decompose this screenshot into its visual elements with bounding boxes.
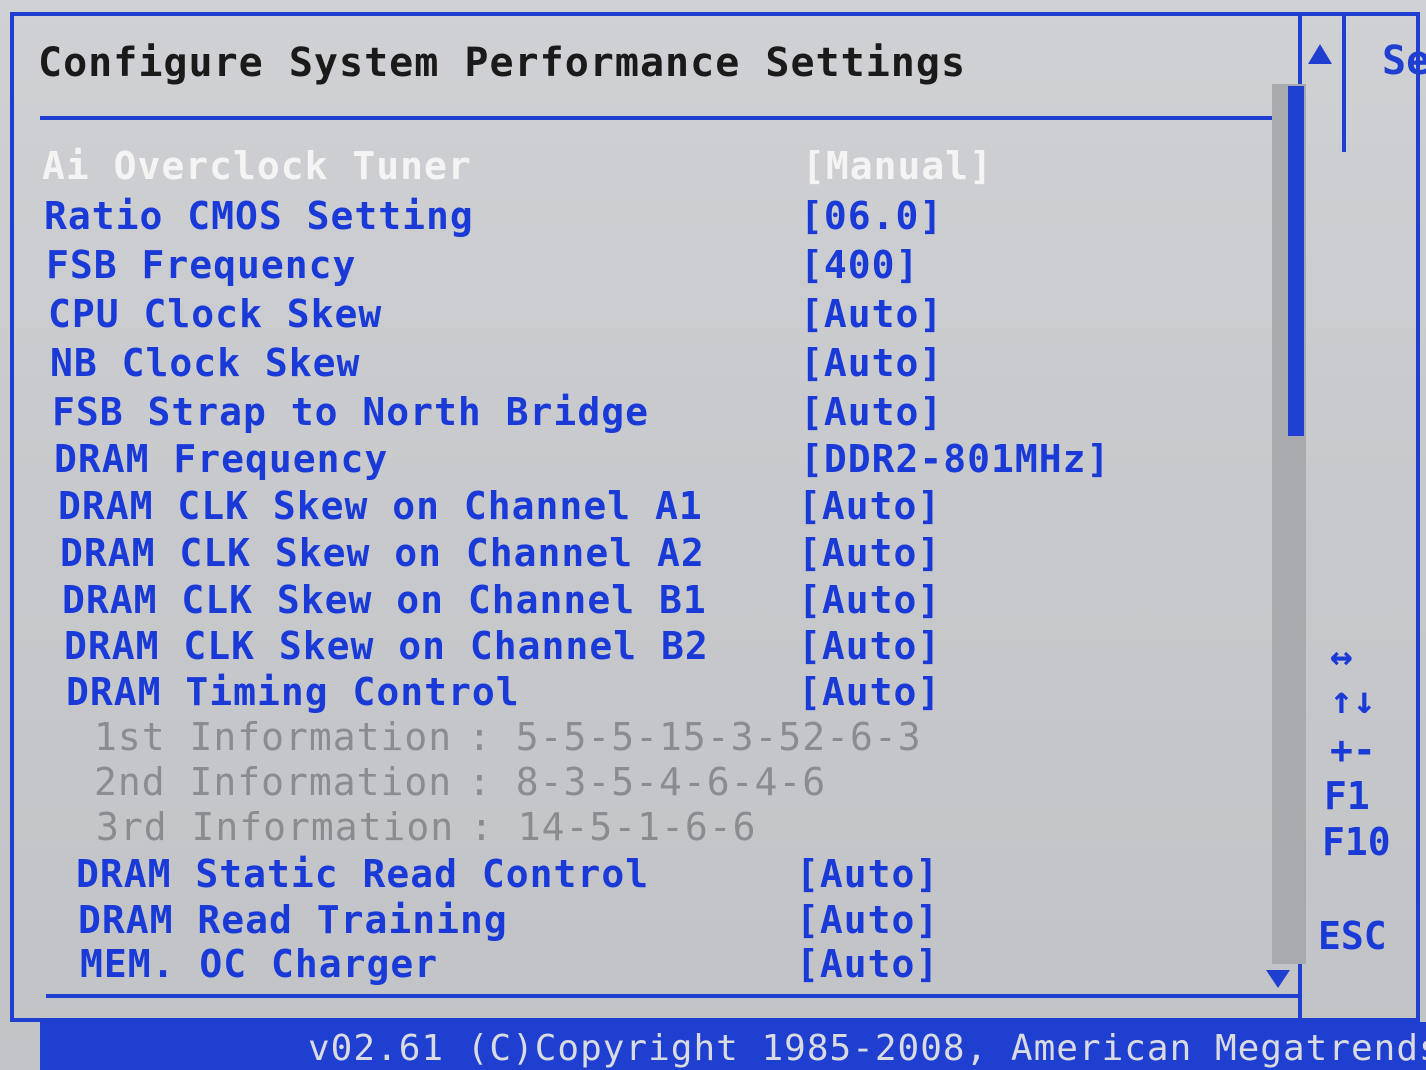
setting-value[interactable]: [Auto] — [798, 531, 941, 575]
setting-value[interactable]: [Auto] — [798, 578, 941, 622]
setting-row-dram-clk-skew-a1[interactable]: DRAM CLK Skew on Channel A1 [Auto] — [58, 484, 940, 528]
info-row-2nd: 2nd Information : 8-3-5-4-6-4-6 — [94, 760, 825, 804]
page-title: Configure System Performance Settings — [38, 40, 967, 86]
setting-label: Ai Overclock Tuner — [42, 144, 472, 188]
setting-row-dram-clk-skew-b1[interactable]: DRAM CLK Skew on Channel B1 [Auto] — [62, 578, 940, 622]
title-divider — [40, 116, 1306, 120]
f10-key: F10 — [1322, 820, 1391, 864]
setting-label: FSB Frequency — [46, 243, 357, 287]
setting-label: DRAM Timing Control — [66, 670, 520, 714]
setting-label: DRAM Read Training — [78, 898, 508, 942]
info-value: : 5-5-5-15-3-52-6-3 — [468, 715, 922, 759]
setting-label: CPU Clock Skew — [48, 292, 383, 336]
setting-row-ratio-cmos[interactable]: Ratio CMOS Setting [06.0] — [44, 194, 942, 238]
setting-value[interactable]: [Auto] — [800, 341, 943, 385]
up-down-arrow-icon: ↑↓ — [1330, 678, 1376, 722]
setting-label: NB Clock Skew — [50, 341, 361, 385]
setting-label: DRAM CLK Skew on Channel A1 — [58, 484, 703, 528]
setting-value[interactable]: [Auto] — [798, 624, 941, 668]
setting-value[interactable]: [DDR2-801MHz] — [800, 437, 1110, 481]
plus-minus-key: +- — [1330, 728, 1376, 772]
copyright-text: v02.61 (C)Copyright 1985-2008, American … — [308, 1028, 1426, 1069]
scroll-down-arrow-icon[interactable] — [1266, 970, 1290, 988]
setting-value[interactable]: [Auto] — [796, 852, 939, 896]
setting-value[interactable]: [06.0] — [800, 194, 943, 238]
info-label: 3rd Information — [96, 805, 455, 849]
setting-value[interactable]: [Manual] — [802, 144, 993, 188]
setting-row-dram-static-read[interactable]: DRAM Static Read Control [Auto] — [76, 852, 938, 896]
info-value: : 14-5-1-6-6 — [470, 805, 757, 849]
setting-row-ai-overclock-tuner[interactable]: Ai Overclock Tuner [Manual] — [42, 144, 992, 188]
bottom-divider — [46, 994, 1302, 998]
info-row-1st: 1st Information : 5-5-5-15-3-52-6-3 — [94, 715, 921, 759]
setting-label: DRAM CLK Skew on Channel B1 — [62, 578, 707, 622]
info-value: : 8-3-5-4-6-4-6 — [468, 760, 827, 804]
setting-row-dram-timing-control[interactable]: DRAM Timing Control [Auto] — [66, 670, 940, 714]
setting-value[interactable]: [400] — [800, 243, 919, 287]
setting-row-dram-clk-skew-a2[interactable]: DRAM CLK Skew on Channel A2 [Auto] — [60, 531, 940, 575]
setting-row-fsb-frequency[interactable]: FSB Frequency [400] — [46, 243, 918, 287]
setting-value[interactable]: [Auto] — [796, 942, 939, 986]
scroll-up-arrow-icon[interactable] — [1308, 44, 1332, 64]
left-right-arrow-icon: ↔ — [1330, 634, 1353, 678]
setting-label: DRAM Frequency — [54, 437, 389, 481]
setting-label: DRAM Static Read Control — [76, 852, 650, 896]
info-label: 2nd Information — [94, 760, 453, 804]
setting-row-fsb-strap[interactable]: FSB Strap to North Bridge [Auto] — [52, 390, 942, 434]
setting-value[interactable]: [Auto] — [798, 484, 941, 528]
setting-row-dram-read-training[interactable]: DRAM Read Training [Auto] — [78, 898, 938, 942]
setting-label: MEM. OC Charger — [80, 942, 439, 986]
scrollbar-thumb[interactable] — [1288, 86, 1304, 436]
setting-row-dram-frequency[interactable]: DRAM Frequency [DDR2-801MHz] — [54, 437, 1109, 481]
info-row-3rd: 3rd Information : 14-5-1-6-6 — [96, 805, 756, 849]
setting-value[interactable]: [Auto] — [798, 670, 941, 714]
setting-label: Ratio CMOS Setting — [44, 194, 474, 238]
setting-label: DRAM CLK Skew on Channel B2 — [64, 624, 709, 668]
setting-label: DRAM CLK Skew on Channel A2 — [60, 531, 705, 575]
setting-value[interactable]: [Auto] — [800, 390, 943, 434]
info-label: 1st Information — [94, 715, 453, 759]
setting-row-nb-clock-skew[interactable]: NB Clock Skew [Auto] — [50, 341, 942, 385]
setting-value[interactable]: [Auto] — [800, 292, 943, 336]
setting-row-dram-clk-skew-b2[interactable]: DRAM CLK Skew on Channel B2 [Auto] — [64, 624, 940, 668]
side-title-divider — [1342, 12, 1346, 152]
bios-screen: Configure System Performance Settings Se… — [0, 0, 1426, 1070]
setting-label: FSB Strap to North Bridge — [52, 390, 649, 434]
setting-value[interactable]: [Auto] — [796, 898, 939, 942]
setting-row-mem-oc-charger[interactable]: MEM. OC Charger [Auto] — [80, 942, 938, 986]
setting-row-cpu-clock-skew[interactable]: CPU Clock Skew [Auto] — [48, 292, 942, 336]
esc-key: ESC — [1318, 914, 1387, 958]
side-panel-title: Se — [1382, 38, 1426, 84]
f1-key: F1 — [1324, 774, 1370, 818]
